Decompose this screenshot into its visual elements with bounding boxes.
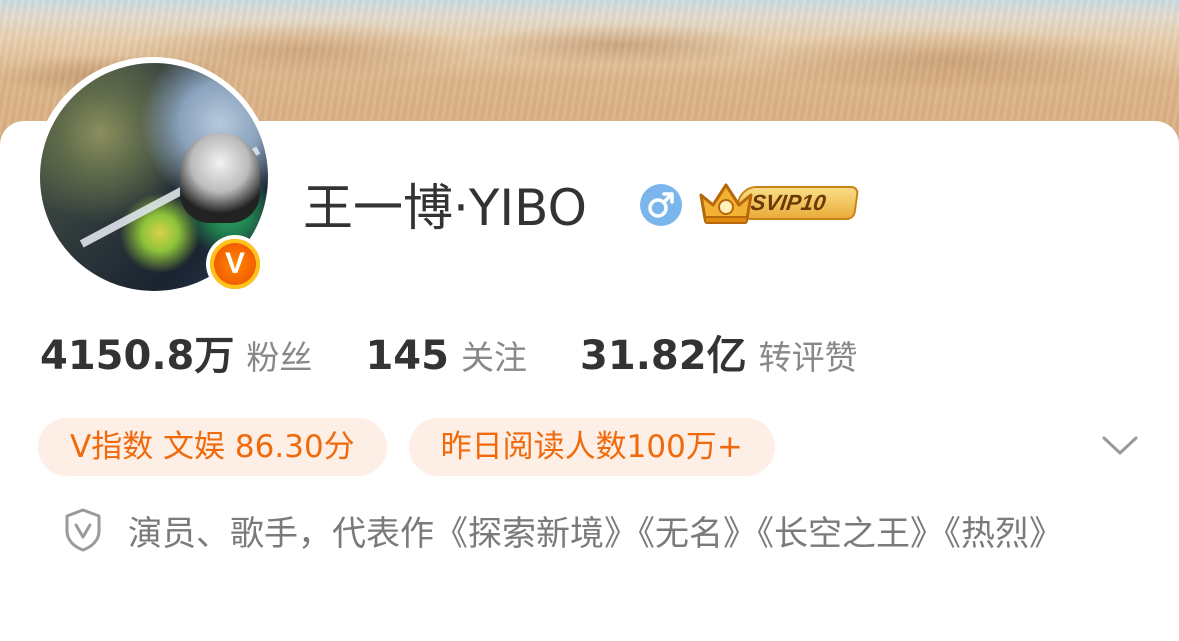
stat-value: 31.82亿	[580, 333, 747, 379]
stat-value: 4150.8万	[40, 333, 235, 379]
verified-badge: V	[206, 235, 264, 293]
tag-v-index[interactable]: V指数 文娱 86.30分	[38, 418, 387, 476]
profile-tags: V指数 文娱 86.30分 昨日阅读人数100万+	[38, 418, 797, 476]
stat-value: 145	[365, 333, 449, 379]
stat-label: 关注	[460, 338, 527, 377]
stat-following[interactable]: 145 关注	[365, 326, 527, 394]
male-icon	[640, 184, 682, 226]
chevron-down-icon[interactable]	[1100, 430, 1140, 460]
profile-bio: 演员、歌手，代表作《探索新境》《无名》《长空之王》《热烈》	[128, 514, 1063, 554]
stat-likes[interactable]: 31.82亿 转评赞	[580, 326, 858, 394]
tag-daily-readers[interactable]: 昨日阅读人数100万+	[408, 418, 775, 476]
profile-stats: 4150.8万 粉丝 145 关注 31.82亿 转评赞	[40, 326, 906, 386]
verified-badge-label: V	[210, 239, 260, 289]
stat-label: 粉丝	[246, 338, 313, 377]
avatar-photo-detail-helmet	[180, 133, 260, 223]
stat-label: 转评赞	[758, 338, 858, 377]
profile-name: 王一博·YIBO	[303, 179, 587, 237]
svip-badge[interactable]: SVIP10	[695, 177, 869, 227]
crown-icon	[699, 183, 753, 224]
shield-v-icon	[63, 507, 103, 553]
stat-followers[interactable]: 4150.8万 粉丝	[40, 326, 312, 394]
